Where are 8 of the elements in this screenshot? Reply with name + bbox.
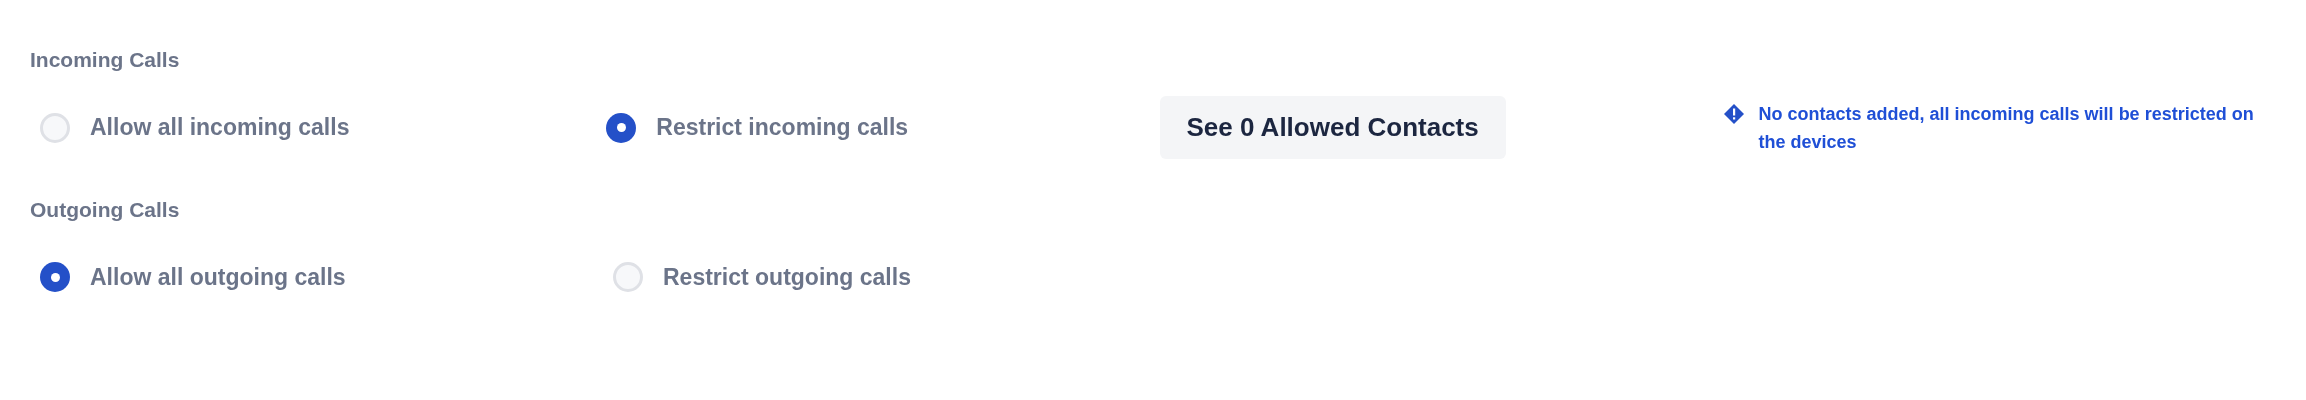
radio-option[interactable]: Restrict outgoing calls	[603, 259, 1176, 295]
notice-text: No contacts added, all incoming calls will be restricted on the devices	[1758, 102, 2255, 154]
section-title: Outgoing Calls	[30, 196, 180, 223]
section-title: Incoming Calls	[30, 47, 180, 73]
warning-icon	[1722, 102, 1745, 125]
allowed-contacts-button[interactable]: See 0 Allowed Contacts	[1159, 96, 1506, 159]
radio-option[interactable]: Allow all incoming calls	[30, 110, 597, 145]
radio-option[interactable]: Allow all outgoing calls	[30, 259, 603, 295]
